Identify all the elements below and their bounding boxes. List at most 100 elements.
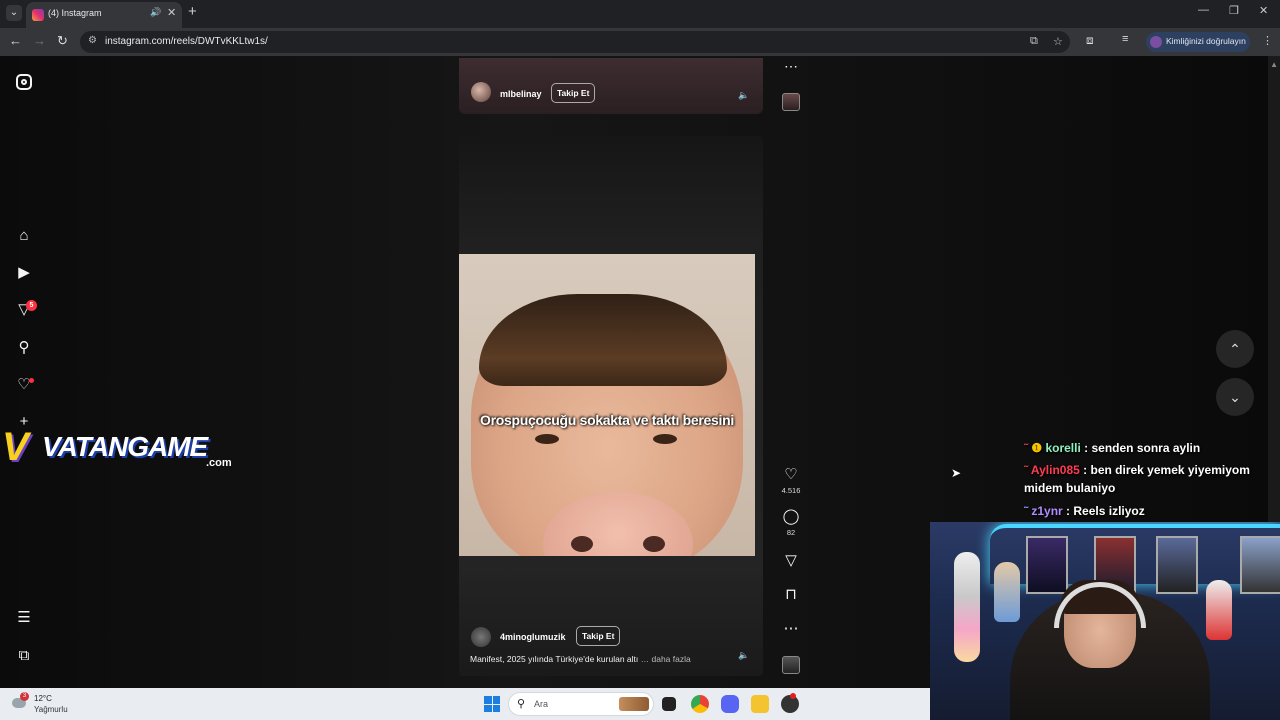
file-explorer-icon[interactable] bbox=[751, 695, 769, 713]
avatar[interactable] bbox=[471, 82, 491, 102]
avatar[interactable] bbox=[471, 627, 491, 647]
reading-list-icon[interactable]: ≡ bbox=[1122, 33, 1128, 45]
app-badge bbox=[790, 693, 796, 699]
next-reel-button[interactable]: ⌄ bbox=[1216, 378, 1254, 416]
follow-button[interactable]: Takip Et bbox=[576, 626, 621, 646]
profile-label: Kimliğinizi doğrulayın bbox=[1166, 36, 1246, 46]
install-app-icon[interactable]: ⧉ bbox=[1030, 35, 1038, 48]
more-icon[interactable]: ⋯ bbox=[781, 620, 801, 638]
search-icon: ⚲ bbox=[517, 698, 526, 710]
browser-toolbar: ← → ↻ ⚙ instagram.com/reels/DWTvKKLtw1s/… bbox=[0, 28, 1280, 56]
address-bar[interactable]: ⚙ instagram.com/reels/DWTvKKLtw1s/ ⧉ ☆ bbox=[80, 31, 1070, 53]
profile-button[interactable]: Kimliğinizi doğrulayın bbox=[1146, 32, 1250, 52]
audio-thumbnail[interactable] bbox=[782, 656, 800, 674]
pig-eye-left bbox=[535, 434, 559, 444]
heart-icon[interactable]: ♡ bbox=[781, 466, 801, 484]
like-count: 4.516 bbox=[781, 486, 801, 495]
comment-action[interactable]: ◯ 82 bbox=[781, 508, 801, 537]
watermark-v: V bbox=[2, 425, 29, 469]
chat-username: Aylin085 bbox=[1030, 463, 1080, 477]
more-link[interactable]: … daha fazla bbox=[641, 654, 691, 664]
site-info-icon[interactable]: ⚙ bbox=[88, 35, 97, 46]
webcam-poster bbox=[1240, 536, 1280, 594]
sound-icon[interactable]: 🔈 bbox=[738, 650, 749, 661]
taskbar-search[interactable]: ⚲ Ara bbox=[508, 692, 654, 716]
instagram-favicon-icon bbox=[32, 9, 44, 21]
browser-menu-icon[interactable]: ⋮ bbox=[1262, 34, 1273, 47]
discord-icon[interactable] bbox=[721, 695, 739, 713]
share-action[interactable]: ▽ bbox=[781, 552, 801, 570]
instagram-logo-icon[interactable] bbox=[14, 72, 34, 92]
reel-caption-overlay: Orospuçocuğu sokakta ve taktı beresini bbox=[480, 412, 734, 428]
weather-badge: 3 bbox=[20, 692, 29, 701]
pig-eye-right bbox=[653, 434, 677, 444]
weather-description[interactable]: Yağmurlu bbox=[34, 705, 68, 714]
previous-reel-button[interactable]: ⌃ bbox=[1216, 330, 1254, 368]
reel-username[interactable]: mlbelinay bbox=[500, 89, 542, 99]
nostril-left bbox=[571, 536, 593, 552]
reel-video[interactable]: Orospuçocuğu sokakta ve taktı beresini bbox=[459, 254, 755, 556]
vatangame-watermark: V VATANGAME .com bbox=[0, 421, 250, 471]
restore-icon[interactable]: ❐ bbox=[1229, 4, 1239, 17]
search-placeholder: Ara bbox=[534, 699, 549, 709]
home-icon[interactable]: ⌂ bbox=[14, 226, 34, 246]
new-tab-button[interactable]: + bbox=[188, 3, 197, 20]
chat-badge-icon: ˜ bbox=[1024, 504, 1028, 518]
follow-button[interactable]: Takip Et bbox=[551, 83, 596, 103]
also-from-meta-icon[interactable]: ⧉ bbox=[14, 646, 34, 666]
webcam-plush bbox=[1206, 580, 1232, 640]
reel-username[interactable]: 4minoglumuzik bbox=[500, 632, 566, 642]
chat-username: z1ynr bbox=[1031, 504, 1063, 518]
chat-message: ˜ z1ynr : Reels izliyoz bbox=[1024, 502, 1264, 520]
url-text[interactable]: instagram.com/reels/DWTvKKLtw1s/ bbox=[105, 36, 268, 47]
windows-start-icon[interactable] bbox=[484, 696, 500, 712]
pig-snout bbox=[543, 492, 693, 556]
more-menu-icon[interactable]: ☰ bbox=[14, 608, 34, 628]
chat-message: ˜ Aylin085 : ben direk yemek yiyemiyom m… bbox=[1024, 461, 1264, 497]
reel-description[interactable]: Manifest, 2025 yılında Türkiye'de kurula… bbox=[470, 654, 691, 664]
browser-tab-bar: ⌄ (4) Instagram 🔊 ✕ + — ❐ ✕ bbox=[0, 0, 1280, 28]
reels-icon[interactable]: ▶ bbox=[14, 263, 34, 283]
like-action[interactable]: ♡ 4.516 bbox=[781, 466, 801, 495]
chat-text: : Reels izliyoz bbox=[1066, 504, 1145, 518]
previous-reel[interactable]: mlbelinay Takip Et 🔈 bbox=[459, 58, 763, 114]
tab-instagram[interactable]: (4) Instagram 🔊 ✕ bbox=[26, 2, 182, 28]
chrome-icon[interactable] bbox=[691, 695, 709, 713]
previous-more-icon[interactable]: ⋯ bbox=[781, 58, 801, 75]
minimize-icon[interactable]: — bbox=[1198, 4, 1209, 16]
tab-close-icon[interactable]: ✕ bbox=[167, 6, 176, 19]
chat-text: : senden sonra aylin bbox=[1084, 441, 1201, 455]
search-icon[interactable]: ⚲ bbox=[14, 338, 34, 358]
reload-icon[interactable]: ↻ bbox=[57, 33, 68, 49]
more-action[interactable]: ⋯ bbox=[781, 620, 801, 638]
previous-audio-thumbnail[interactable] bbox=[782, 93, 800, 111]
comment-icon[interactable]: ◯ bbox=[781, 508, 801, 526]
watermark-com: .com bbox=[206, 457, 232, 469]
tab-title: (4) Instagram bbox=[48, 8, 102, 18]
chat-badge-icon: ˜ bbox=[1024, 463, 1028, 477]
webcam-poster bbox=[1026, 536, 1068, 594]
forward-icon[interactable]: → bbox=[33, 33, 46, 48]
back-icon[interactable]: ← bbox=[9, 33, 22, 48]
extensions-icon[interactable]: ⧈ bbox=[1086, 33, 1094, 48]
webcam-microphone bbox=[954, 552, 980, 662]
save-action[interactable]: ⊓ bbox=[781, 586, 801, 604]
search-highlight-image bbox=[619, 697, 649, 711]
description-text: Manifest, 2025 yılında Türkiye'de kurula… bbox=[470, 654, 639, 664]
nostril-right bbox=[643, 536, 665, 552]
speaker-icon[interactable]: 🔊 bbox=[150, 7, 161, 18]
bookmark-icon[interactable]: ⊓ bbox=[781, 586, 801, 604]
webcam-doll bbox=[994, 562, 1020, 622]
tab-search-button[interactable]: ⌄ bbox=[6, 5, 22, 21]
window-close-icon[interactable]: ✕ bbox=[1259, 4, 1268, 17]
current-reel[interactable]: Orospuçocuğu sokakta ve taktı beresini 4… bbox=[459, 136, 763, 676]
sound-icon[interactable]: 🔈 bbox=[738, 90, 749, 101]
share-icon[interactable]: ▽ bbox=[781, 552, 801, 570]
scroll-up-icon[interactable]: ▲ bbox=[1270, 60, 1278, 69]
watermark-text: VATANGAME bbox=[42, 431, 208, 462]
notification-dot bbox=[29, 378, 34, 383]
windows-taskbar: 3 12°C Yağmurlu ⚲ Ara bbox=[0, 688, 930, 720]
task-view-icon[interactable] bbox=[662, 697, 676, 711]
weather-temperature[interactable]: 12°C bbox=[34, 694, 52, 703]
bookmark-star-icon[interactable]: ☆ bbox=[1053, 35, 1063, 48]
